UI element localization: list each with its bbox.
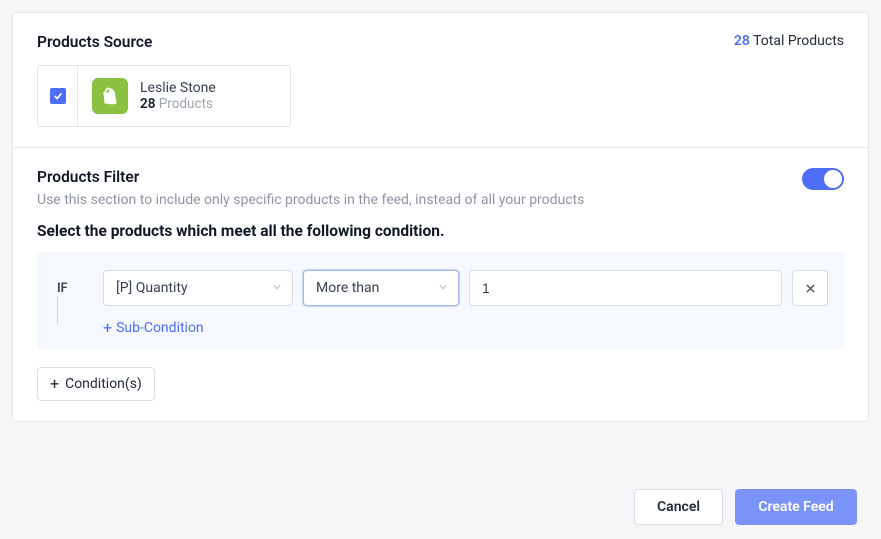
toggle-knob [824,170,842,188]
source-card[interactable]: Leslie Stone 28 Products [37,65,291,127]
total-products: 28 Total Products [734,33,844,49]
source-title: Products Source [37,33,152,51]
filter-section: Products Filter Use this section to incl… [13,147,868,421]
condition-block: IF [P] Quantity More than + Sub-Conditio… [37,252,844,349]
plus-icon: + [103,320,112,336]
check-icon [53,91,63,101]
cancel-button[interactable]: Cancel [634,489,723,525]
sub-condition-label: Sub-Condition [116,320,204,336]
condition-field-select[interactable]: [P] Quantity [103,270,293,306]
store-name: Leslie Stone [140,80,216,96]
condition-operator-select[interactable]: More than [303,270,459,306]
source-body: Leslie Stone 28 Products [78,66,230,126]
condition-row: IF [P] Quantity More than [53,270,828,306]
if-label: IF [53,281,93,296]
filter-description: Use this section to include only specifi… [37,192,802,208]
total-count: 28 [734,33,750,49]
create-feed-button[interactable]: Create Feed [735,489,857,525]
main-panel: Products Source 28 Total Products Leslie… [12,12,869,422]
filter-instruction: Select the products which meet all the f… [37,222,844,240]
store-meta: 28 Products [140,96,216,112]
add-condition-label: Condition(s) [65,376,142,392]
store-count: 28 [140,96,155,112]
shopify-icon [92,78,128,114]
close-icon [805,283,816,294]
total-label: Total Products [750,33,844,49]
chevron-down-icon [272,280,282,296]
remove-condition-button[interactable] [792,270,828,306]
source-checkbox[interactable] [50,88,66,104]
filter-title: Products Filter [37,168,802,186]
chevron-down-icon [438,280,448,296]
source-section: Products Source 28 Total Products Leslie… [13,13,868,147]
add-condition-button[interactable]: + Condition(s) [37,367,155,401]
source-checkbox-cell[interactable] [38,66,78,126]
add-sub-condition-button[interactable]: + Sub-Condition [103,320,204,336]
condition-operator-value: More than [316,280,379,296]
store-products-label: Products [155,96,213,112]
condition-field-value: [P] Quantity [116,280,188,296]
condition-value-input[interactable] [469,270,782,306]
footer-actions: Cancel Create Feed [634,489,857,525]
filter-toggle[interactable] [802,168,844,190]
source-texts: Leslie Stone 28 Products [140,80,216,112]
plus-icon: + [50,376,59,392]
